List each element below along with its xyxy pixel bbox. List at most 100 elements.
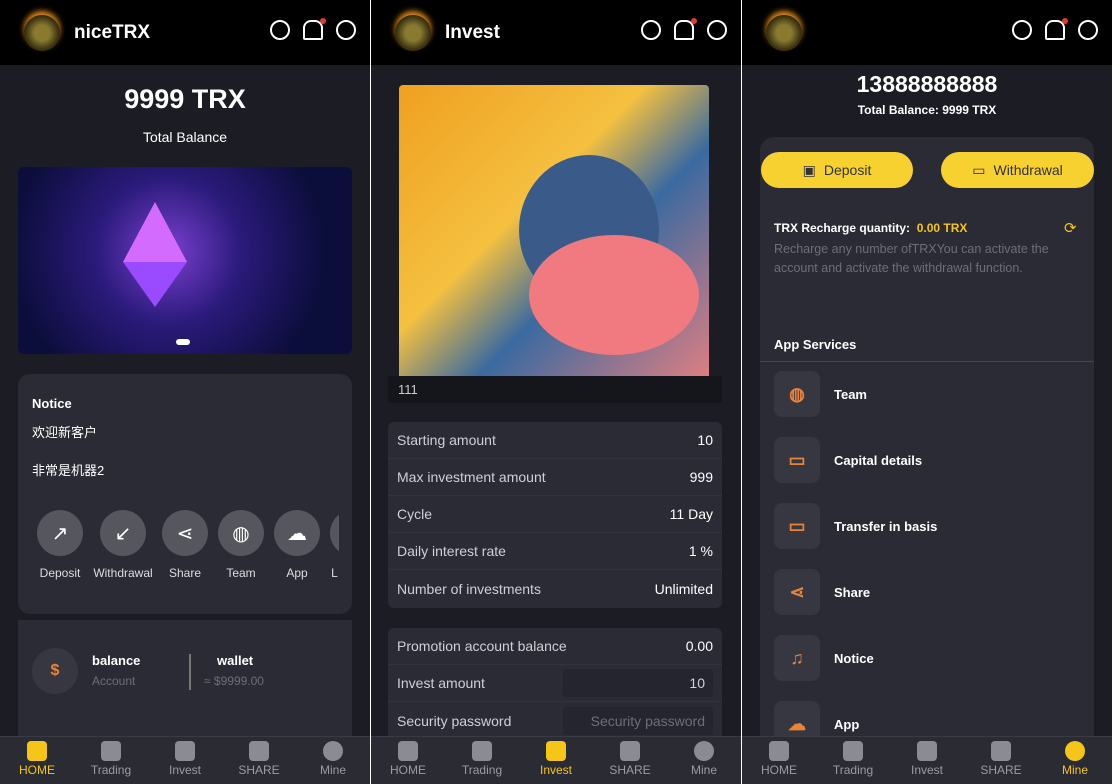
invest-icon	[917, 741, 937, 761]
share-icon: ⋖	[162, 510, 208, 556]
total-value: 9999 TRX	[942, 103, 997, 117]
globe-icon: ◍	[218, 510, 264, 556]
password-label: Security password	[397, 712, 512, 729]
support-icon[interactable]	[1078, 20, 1098, 40]
detail-label: Daily interest rate	[397, 543, 506, 559]
support-icon[interactable]	[707, 20, 727, 40]
nav-share[interactable]: SHARE	[222, 737, 296, 784]
detail-value: Unlimited	[654, 580, 713, 597]
home-screen: niceTRX 9999 TRX Total Balance Notice 欢迎…	[0, 0, 370, 784]
action-label: Withdrawal	[93, 566, 153, 580]
action-team[interactable]: ◍ Team	[209, 510, 273, 580]
banner-image[interactable]	[18, 167, 352, 354]
nav-invest[interactable]: Invest	[148, 737, 222, 784]
nav-label: Trading	[832, 763, 874, 777]
detail-value: 999	[689, 469, 713, 485]
nav-share[interactable]: SHARE	[964, 737, 1038, 784]
action-app[interactable]: ☁ App	[265, 510, 329, 580]
action-label: App	[286, 566, 308, 580]
detail-value: 10	[697, 432, 713, 448]
action-share[interactable]: ⋖ Share	[153, 510, 217, 580]
service-label: App	[834, 716, 860, 732]
user-icon	[323, 741, 343, 761]
invest-amount-input[interactable]: 10	[563, 669, 713, 697]
bell-icon: ♫	[774, 635, 820, 681]
bell-icon[interactable]	[303, 18, 326, 40]
action-deposit[interactable]: ↗ Deposit	[28, 510, 92, 580]
home-icon	[769, 741, 789, 761]
invest-icon	[175, 741, 195, 761]
nav-trading[interactable]: Trading	[445, 737, 519, 784]
withdrawal-label: Withdrawal	[993, 162, 1063, 178]
nav-label: Mine	[1061, 763, 1088, 777]
total-balance: 9999 TRX	[124, 84, 246, 114]
amount-label: Invest amount	[397, 675, 485, 691]
nav-invest[interactable]: Invest	[890, 737, 964, 784]
nav-mine[interactable]: Mine	[1038, 737, 1112, 784]
deposit-button[interactable]: ▣ Deposit	[761, 152, 913, 188]
nav-label: Invest	[168, 763, 201, 777]
detail-label: Number of investments	[397, 580, 541, 597]
promo-label: Promotion account balance	[397, 638, 567, 654]
product-image	[399, 85, 709, 393]
phone-number: 13888888888	[856, 71, 998, 97]
details-card: Starting amount 10 Max investment amount 9…	[388, 422, 722, 608]
heart-icon	[620, 741, 640, 761]
recharge-label: TRX Recharge quantity:	[774, 221, 911, 235]
user-icon	[1065, 741, 1085, 761]
detail-row: Cycle 11 Day	[388, 496, 722, 533]
security-password-input[interactable]: Security password	[563, 706, 713, 735]
nav-label: SHARE	[238, 763, 280, 777]
detail-row: Daily interest rate 1 %	[388, 533, 722, 570]
service-label: Share	[834, 584, 871, 600]
nav-home[interactable]: HOME	[371, 737, 445, 784]
detail-label: Starting amount	[397, 432, 496, 448]
nav-invest[interactable]: Invest	[519, 737, 593, 784]
invest-screen: Invest 111 Starting amount 10 Max investm…	[371, 0, 741, 784]
withdrawal-button[interactable]: ▭ Withdrawal	[941, 152, 1094, 188]
nav-label: SHARE	[609, 763, 651, 777]
deposit-label: Deposit	[823, 162, 872, 178]
nav-mine[interactable]: Mine	[667, 737, 741, 784]
nav-trading[interactable]: Trading	[816, 737, 890, 784]
header	[742, 0, 1112, 65]
language-icon[interactable]	[641, 20, 661, 40]
action-withdrawal[interactable]: ↙ Withdrawal	[91, 510, 155, 580]
carousel-indicator[interactable]	[176, 339, 190, 345]
total-label: Total Balance:	[857, 103, 939, 117]
bell-icon[interactable]	[1045, 18, 1068, 40]
action-more[interactable]: L	[330, 510, 339, 580]
nav-label: HOME	[390, 763, 426, 777]
mine-screen: 13888888888 Total Balance: 9999 TRX ▣ Dep…	[742, 0, 1112, 784]
notice-title: Notice	[32, 396, 72, 411]
home-icon	[398, 741, 418, 761]
promo-value: 0.00	[685, 638, 713, 654]
wallet-icon: ▭	[972, 161, 986, 178]
service-transfer-in-basis[interactable]: ▭ Transfer in basis	[774, 503, 937, 549]
nav-share[interactable]: SHARE	[593, 737, 667, 784]
balance-sub: Account	[92, 674, 136, 688]
language-icon[interactable]	[270, 20, 290, 40]
nav-home[interactable]: HOME	[742, 737, 816, 784]
detail-label: Cycle	[397, 506, 433, 522]
service-notice[interactable]: ♫ Notice	[774, 635, 874, 681]
detail-value: 1 %	[688, 543, 713, 559]
nav-label: HOME	[19, 763, 55, 777]
product-name: 111	[388, 376, 722, 403]
total-balance-label: Total Balance	[142, 129, 228, 145]
notice-line: 欢迎新客户	[32, 425, 98, 440]
bell-icon[interactable]	[674, 18, 697, 40]
nav-trading[interactable]: Trading	[74, 737, 148, 784]
app-title: niceTRX	[74, 21, 151, 43]
refresh-icon[interactable]: ⟳	[1064, 219, 1077, 237]
nav-label: Trading	[461, 763, 503, 777]
service-capital-details[interactable]: ▭ Capital details	[774, 437, 922, 483]
nav-home[interactable]: HOME	[0, 737, 74, 784]
service-team[interactable]: ◍ Team	[774, 371, 867, 417]
language-icon[interactable]	[1012, 20, 1032, 40]
support-icon[interactable]	[336, 20, 356, 40]
arrow-down-left-icon: ↙	[100, 510, 146, 556]
promo-row: Promotion account balance 0.00	[388, 628, 722, 665]
service-share[interactable]: ⋖ Share	[774, 569, 870, 615]
nav-mine[interactable]: Mine	[296, 737, 370, 784]
